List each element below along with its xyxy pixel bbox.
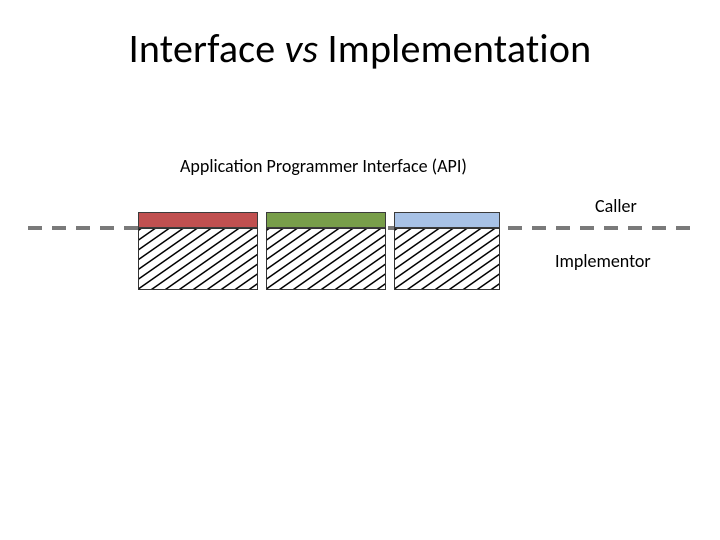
api-label: Application Programmer Interface (API) [180, 155, 467, 177]
impl-box-2 [266, 228, 386, 290]
page-title: Interface vs Implementation [0, 24, 720, 73]
implementor-label: Implementor [555, 250, 651, 272]
impl-box-3 [394, 228, 500, 290]
api-box-3 [394, 212, 500, 228]
api-box-1 [138, 212, 258, 228]
title-after: Implementation [318, 24, 591, 73]
api-box-2 [266, 212, 386, 228]
slide: Interface vs Implementation Application … [0, 0, 720, 540]
title-before: Interface [129, 24, 285, 73]
caller-label: Caller [595, 195, 637, 217]
title-vs: vs [285, 24, 319, 73]
impl-box-1 [138, 228, 258, 290]
